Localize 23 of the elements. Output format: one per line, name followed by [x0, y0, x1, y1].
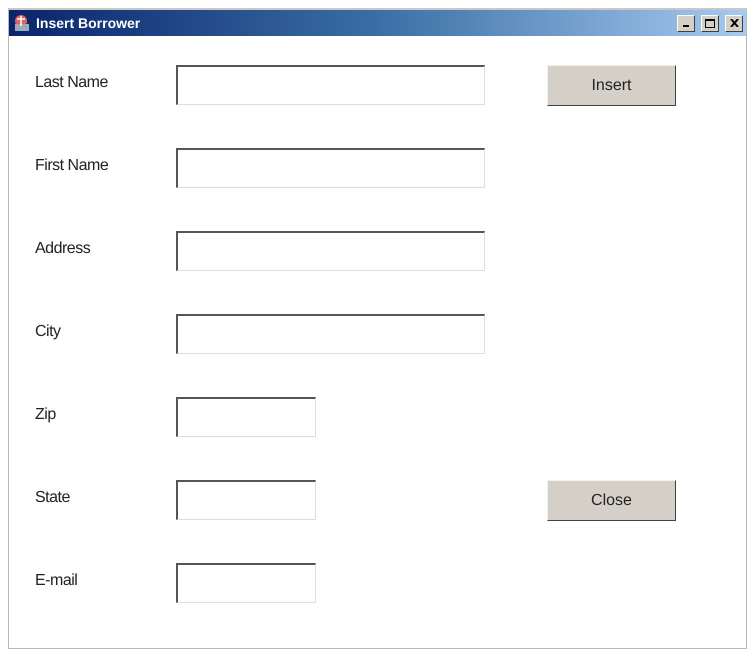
minimize-button[interactable]: [677, 14, 695, 32]
input-field[interactable]: [176, 563, 316, 603]
window-title: Insert Borrower: [36, 15, 142, 31]
action-button[interactable]: Close: [547, 480, 676, 521]
close-button[interactable]: [725, 14, 743, 32]
input-field[interactable]: [176, 397, 316, 437]
field-label: Address: [35, 240, 92, 258]
field-label: City: [35, 323, 62, 341]
field-label: State: [35, 489, 71, 507]
app-icon: [12, 13, 32, 33]
field-label: Last Name: [35, 74, 109, 92]
maximize-button[interactable]: [701, 14, 719, 32]
field-label: E-mail: [35, 572, 78, 590]
input-field[interactable]: [176, 231, 485, 271]
field-label: First Name: [35, 157, 110, 175]
input-field[interactable]: [176, 65, 485, 105]
input-field[interactable]: [176, 314, 485, 354]
input-field[interactable]: [176, 148, 485, 188]
maximize-icon: [705, 18, 715, 28]
action-button[interactable]: Insert: [547, 65, 676, 106]
field-label: Zip: [35, 406, 57, 424]
input-field[interactable]: [176, 480, 316, 520]
close-icon: [730, 19, 738, 27]
